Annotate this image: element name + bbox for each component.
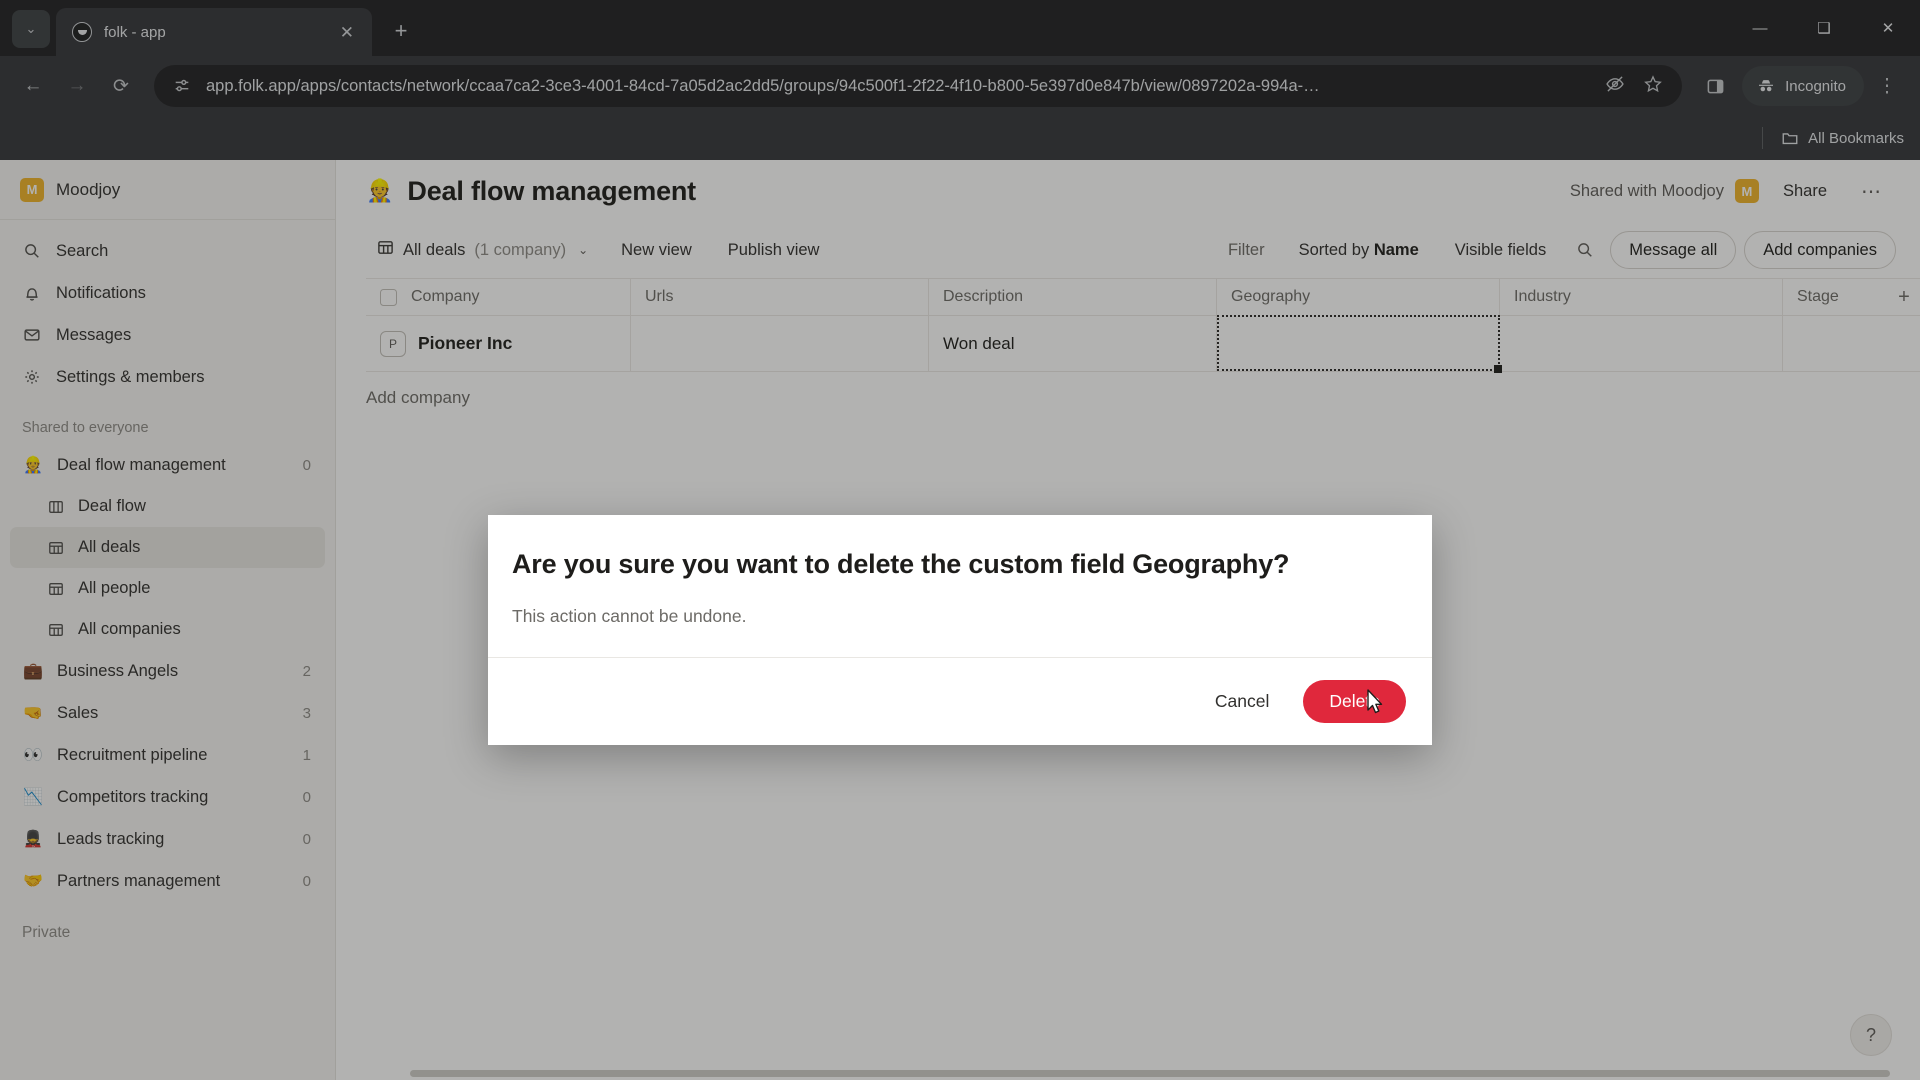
dialog-footer: Cancel Delete: [488, 657, 1432, 745]
dialog-body: Are you sure you want to delete the cust…: [488, 515, 1432, 657]
cancel-button[interactable]: Cancel: [1199, 681, 1285, 722]
browser-window: ⌄ folk - app ✕ + — ❑ ✕ ← → ⟳ app.folk.ap…: [0, 0, 1920, 1080]
delete-button[interactable]: Delete: [1303, 680, 1406, 723]
dialog-message: This action cannot be undone.: [512, 606, 747, 626]
dialog-title: Are you sure you want to delete the cust…: [512, 549, 1290, 579]
delete-custom-field-dialog: Are you sure you want to delete the cust…: [488, 515, 1432, 745]
